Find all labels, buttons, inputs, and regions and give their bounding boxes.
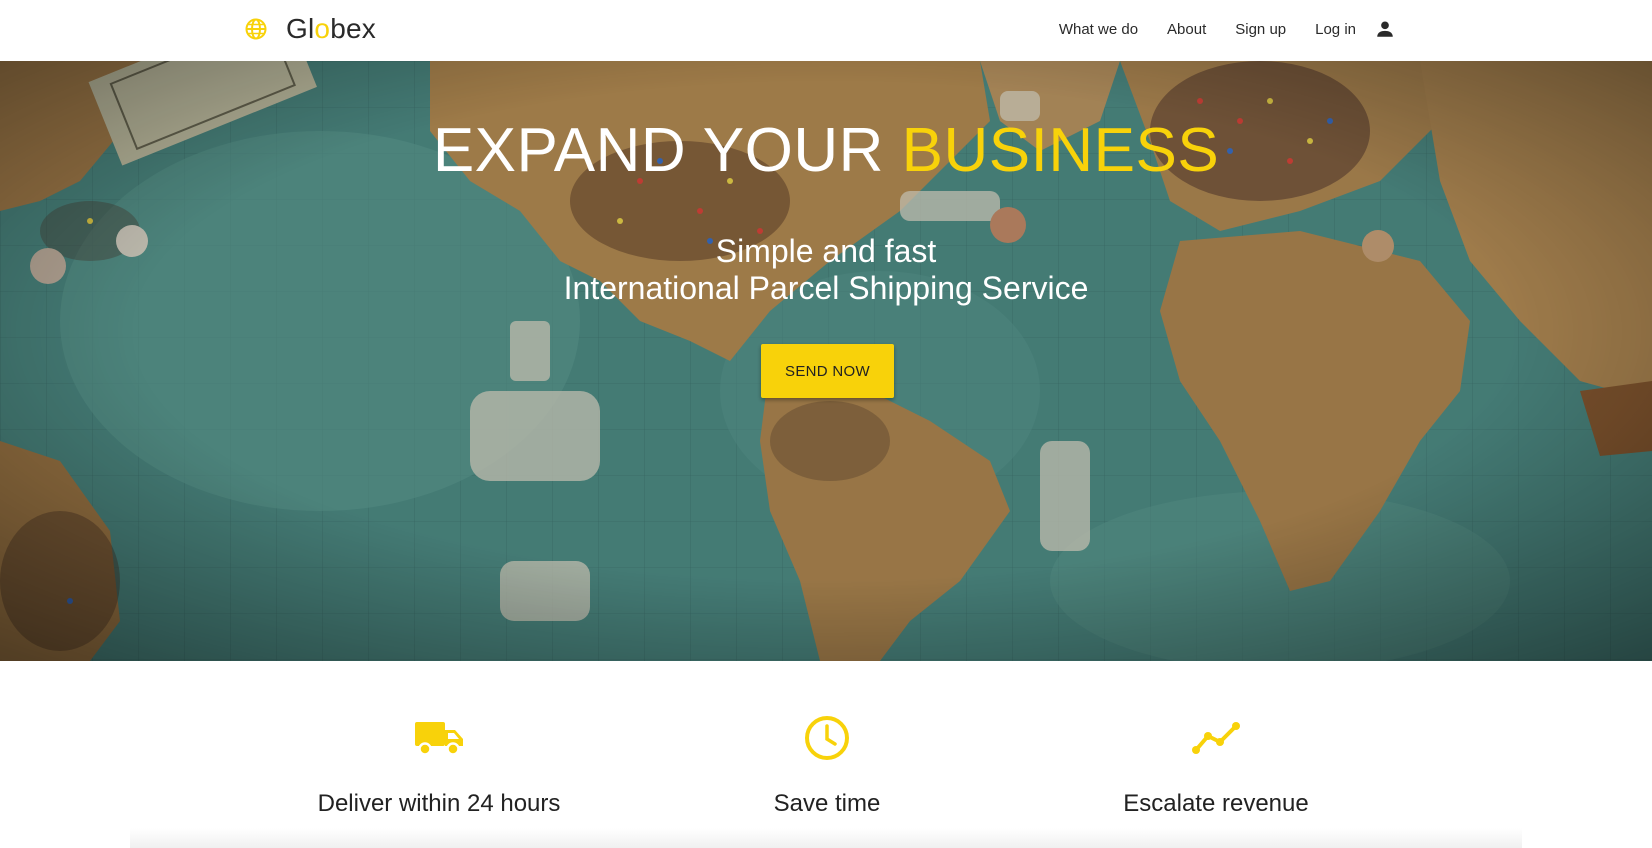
feature-save-time: Save time <box>677 713 977 818</box>
nav-link-log-in[interactable]: Log in <box>1315 21 1356 38</box>
footer-shadow <box>130 828 1522 848</box>
trending-up-icon <box>1192 722 1240 754</box>
truck-icon <box>415 722 463 756</box>
person-icon[interactable] <box>1374 18 1396 40</box>
hero-title: EXPAND YOUR BUSINESS <box>432 116 1220 185</box>
feature-revenue: Escalate revenue <box>1066 713 1366 818</box>
site-header: Globex What we do About Sign up Log in <box>0 0 1652 61</box>
hero-section: EXPAND YOUR BUSINESS Simple and fast Int… <box>0 61 1652 661</box>
hero-subtitle-line1: Simple and fast <box>715 233 937 269</box>
feature-revenue-label: Escalate revenue <box>1123 790 1309 817</box>
clock-icon <box>805 716 849 760</box>
brand-name: Globex <box>286 13 376 44</box>
nav-link-what-we-do[interactable]: What we do <box>1059 21 1138 38</box>
nav-link-sign-up[interactable]: Sign up <box>1235 21 1286 38</box>
feature-delivery-label: Deliver within 24 hours <box>317 790 561 817</box>
feature-save-time-label: Save time <box>773 790 881 817</box>
nav-link-about[interactable]: About <box>1167 21 1206 38</box>
hero-title-accent: BUSINESS <box>901 116 1220 185</box>
globe-icon <box>245 18 267 40</box>
main-nav: What we do About Sign up Log in <box>1059 17 1396 41</box>
send-now-button[interactable]: SEND NOW <box>761 344 894 398</box>
features-section: Deliver within 24 hours Save time Escala… <box>0 661 1652 848</box>
feature-delivery: Deliver within 24 hours <box>289 713 589 818</box>
brand-logo[interactable]: Globex <box>244 12 376 46</box>
hero-subtitle-line2: International Parcel Shipping Service <box>563 270 1089 306</box>
